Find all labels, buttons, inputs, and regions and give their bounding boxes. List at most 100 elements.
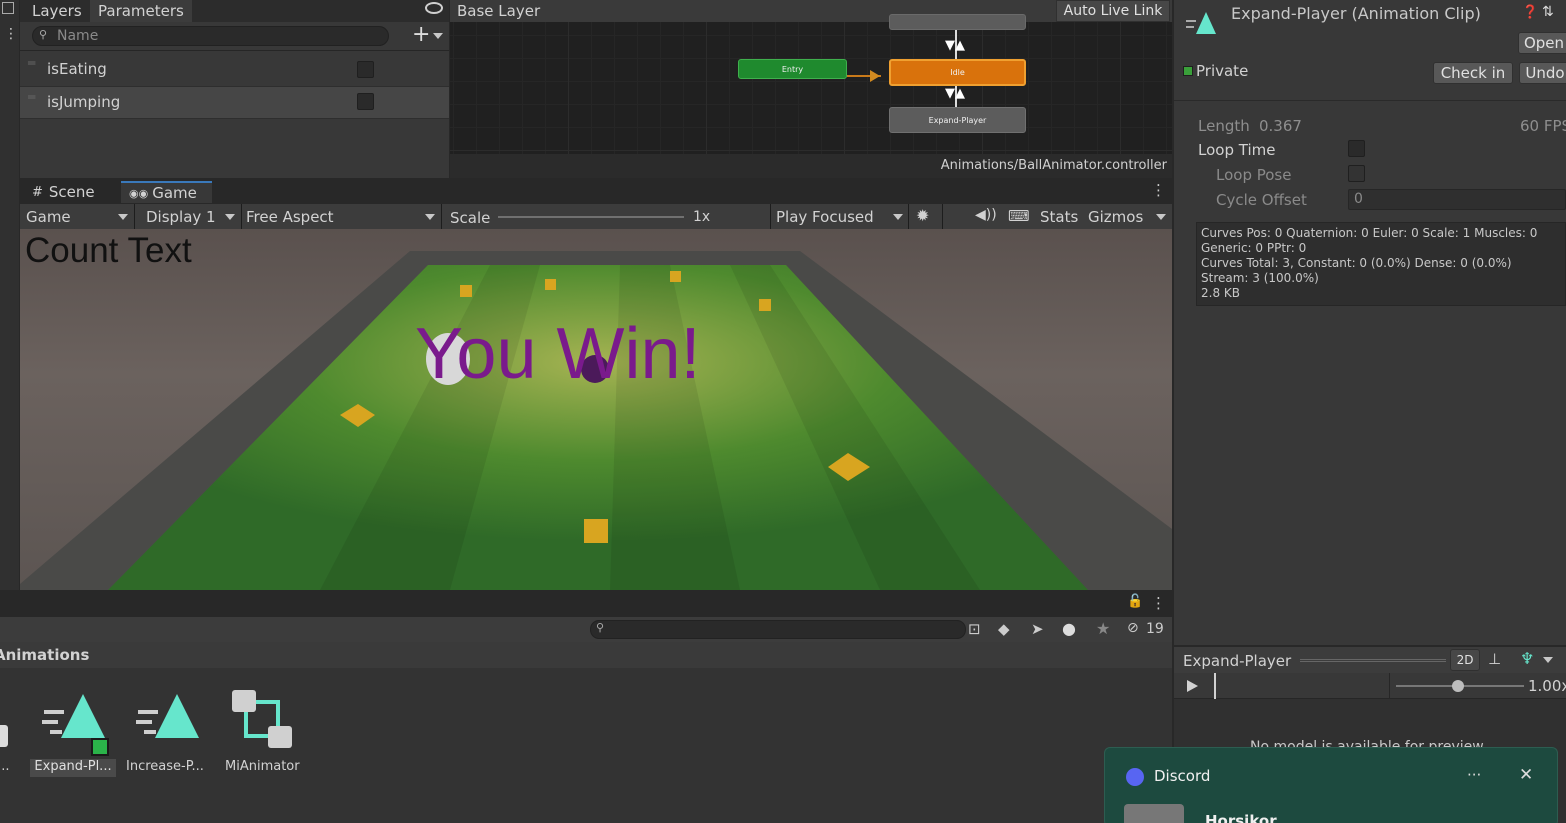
toolbar-divider xyxy=(241,204,242,229)
scale-slider[interactable] xyxy=(498,216,684,218)
toolbar-divider xyxy=(908,204,909,229)
toolbar-divider xyxy=(134,204,135,229)
undo-button[interactable]: Undo xyxy=(1519,62,1566,84)
pickup-cube xyxy=(759,299,771,311)
param-checkbox[interactable] xyxy=(357,93,374,110)
base-layer-breadcrumb[interactable]: Base Layer xyxy=(457,2,540,20)
loop-time-checkbox[interactable] xyxy=(1348,140,1365,157)
search-icon: ⚲ xyxy=(39,28,48,41)
param-search-input[interactable]: ⚲ Name xyxy=(32,26,389,46)
clip-info-box: Curves Pos: 0 Quaternion: 0 Euler: 0 Sca… xyxy=(1196,222,1566,306)
info-line: Generic: 0 PPtr: 0 xyxy=(1201,241,1307,255)
aspect-dropdown[interactable]: Free Aspect xyxy=(246,208,334,226)
close-icon[interactable]: ✕ xyxy=(1519,765,1533,785)
speed-slider-thumb[interactable] xyxy=(1452,680,1464,692)
divider xyxy=(1174,100,1566,101)
asset-item[interactable]: MiAnimator xyxy=(222,686,302,781)
gizmos-dropdown-arrow[interactable] xyxy=(1156,214,1166,220)
node-entry[interactable]: Entry xyxy=(738,59,847,79)
audio-icon[interactable]: ◀)) xyxy=(975,207,997,223)
star-icon[interactable]: ★ xyxy=(1096,619,1110,638)
gizmos-button[interactable]: Gizmos xyxy=(1088,208,1143,226)
drag-handle-icon[interactable]: ═ xyxy=(28,90,35,104)
eye-icon[interactable] xyxy=(425,2,443,14)
tab-game[interactable]: ◉◉ Game xyxy=(121,181,212,203)
project-search-input[interactable]: ⚲ xyxy=(590,620,966,639)
avatar-icon[interactable]: ♆ xyxy=(1520,649,1534,668)
menu-dots-icon[interactable] xyxy=(2,2,14,14)
node-idle[interactable]: Idle xyxy=(889,59,1026,86)
aspect-dropdown-arrow[interactable] xyxy=(425,214,435,220)
node-top-partial[interactable] xyxy=(889,14,1026,30)
folder-breadcrumb[interactable]: Animations xyxy=(0,646,89,664)
tab-parameters[interactable]: Parameters xyxy=(90,0,192,22)
settings-sliders-icon[interactable]: ⇅ xyxy=(1542,4,1554,20)
loop-pose-label: Loop Pose xyxy=(1216,166,1292,184)
search-placeholder: Name xyxy=(57,28,99,44)
asset-item[interactable]: t... xyxy=(0,686,14,781)
mode-dropdown[interactable]: Game xyxy=(26,208,71,226)
animator-graph[interactable]: Base Layer Auto Live Link ▼▲ Entry Idle … xyxy=(450,0,1172,178)
display-dropdown-arrow[interactable] xyxy=(225,214,235,220)
timeline-track[interactable] xyxy=(1216,673,1390,699)
length-label: Length xyxy=(1198,117,1250,135)
pickup-cube xyxy=(584,519,608,543)
breadcrumb-bar xyxy=(0,642,1172,668)
check-in-button[interactable]: Check in xyxy=(1433,62,1513,84)
private-checkbox[interactable] xyxy=(1183,66,1193,76)
open-button[interactable]: Open xyxy=(1518,32,1566,54)
vertical-dots-icon[interactable]: ⋮ xyxy=(4,26,18,42)
play-mode-dropdown-arrow[interactable] xyxy=(893,214,903,220)
vertical-dots-icon[interactable]: ⋮ xyxy=(1151,181,1166,199)
discord-notification[interactable]: Discord ··· ✕ Horsikor xyxy=(1104,747,1558,823)
preview-drag-bar[interactable] xyxy=(1300,659,1446,662)
play-mode-dropdown[interactable]: Play Focused xyxy=(776,208,874,226)
drag-handle-icon[interactable]: ═ xyxy=(28,56,35,70)
vertical-dots-icon[interactable]: ⋮ xyxy=(1151,594,1166,612)
transition-arrow-icon[interactable]: ▼▲ xyxy=(945,86,965,101)
project-panel: 🔓 ⋮ ⚲ ⊡ ◆ ➤ ● ★ ⊘ 19 Animations t... Exp… xyxy=(0,591,1172,823)
mode-dropdown-arrow[interactable] xyxy=(118,214,128,220)
avatar-dropdown-arrow[interactable] xyxy=(1543,657,1553,663)
breadcrumb-chevron xyxy=(548,0,558,22)
lock-icon[interactable]: 🔓 xyxy=(1127,594,1143,609)
auto-live-link-button[interactable]: Auto Live Link xyxy=(1056,0,1170,22)
warning-icon[interactable]: ● xyxy=(1062,619,1076,638)
param-row[interactable]: ═ isEating xyxy=(20,53,449,85)
param-row[interactable]: ═ isJumping xyxy=(20,87,449,118)
hidden-eye-icon[interactable]: ⊘ xyxy=(1127,620,1139,636)
entry-transition-arrow[interactable] xyxy=(870,70,880,82)
keyboard-icon[interactable]: ⌨ xyxy=(1008,207,1030,225)
bug-icon[interactable]: ✹ xyxy=(916,206,929,225)
display-dropdown[interactable]: Display 1 xyxy=(146,208,216,226)
grid-icon: # xyxy=(32,184,43,200)
mode-2d-button[interactable]: 2D xyxy=(1450,649,1480,671)
filter-type-icon[interactable]: ◆ xyxy=(998,620,1010,638)
add-parameter-button[interactable]: + xyxy=(412,22,430,47)
game-viewport[interactable]: Count Text You Win! xyxy=(20,229,1172,590)
tab-scene[interactable]: # Scene xyxy=(24,181,103,203)
transition-arrow-icon[interactable]: ▼▲ xyxy=(945,38,965,53)
search-icon: ⚲ xyxy=(596,621,605,634)
scale-label: Scale xyxy=(450,209,491,227)
add-dropdown-arrow[interactable] xyxy=(433,33,443,39)
help-icon[interactable]: ❓ xyxy=(1522,5,1538,20)
animation-clip-icon xyxy=(1186,12,1216,38)
node-expand-player[interactable]: Expand-Player xyxy=(889,107,1026,133)
search-by-type-icon[interactable]: ⊡ xyxy=(968,620,981,638)
stats-button[interactable]: Stats xyxy=(1040,208,1078,226)
private-label: Private xyxy=(1196,62,1249,80)
asset-item[interactable]: Increase-P... xyxy=(124,686,210,781)
asset-item[interactable]: Expand-Pl... xyxy=(30,686,116,781)
more-options-icon[interactable]: ··· xyxy=(1467,766,1481,784)
animator-controller-path: Animations/BallAnimator.controller xyxy=(940,158,1167,173)
play-icon[interactable] xyxy=(1187,680,1198,692)
inspector-panel: Expand-Player (Animation Clip) ❓ ⇅ Open … xyxy=(1174,0,1566,645)
param-checkbox[interactable] xyxy=(357,61,374,78)
hidden-count: 19 xyxy=(1146,621,1164,637)
tab-layers[interactable]: Layers xyxy=(24,0,90,22)
pivot-icon[interactable]: ⊥ xyxy=(1488,650,1501,668)
info-line: 2.8 KB xyxy=(1201,286,1240,300)
tag-icon[interactable]: ➤ xyxy=(1031,620,1044,638)
discord-icon xyxy=(1126,768,1144,786)
